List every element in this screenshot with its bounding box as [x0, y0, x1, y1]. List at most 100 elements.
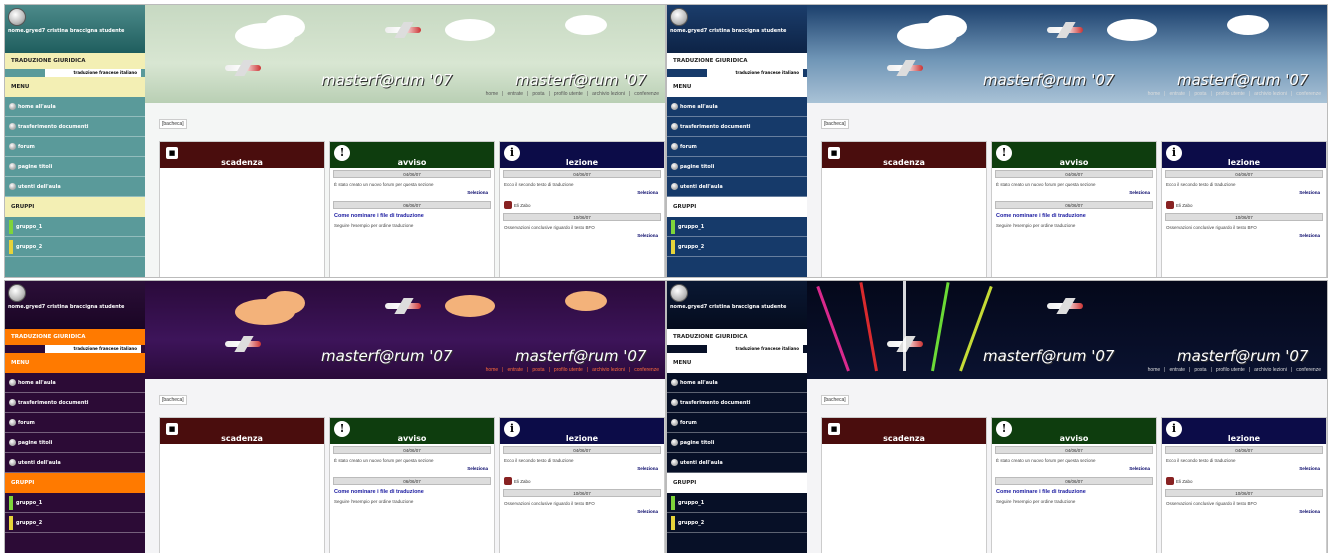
course-subtitle: traduzione francese italiano: [707, 69, 803, 77]
lesson-select-link[interactable]: Seleziona: [500, 232, 664, 242]
top-nav-link[interactable]: conferenze: [634, 367, 659, 373]
breadcrumb[interactable]: [bacheca]: [159, 119, 187, 129]
sidebar-menu-item[interactable]: forum: [5, 137, 145, 157]
lesson-author[interactable]: Eli Zabo: [1162, 475, 1326, 487]
notice-title-link[interactable]: Come nominare i file di traduzione: [992, 211, 1156, 221]
sidebar-user-area: nome.gryed7 cristina braccigna studente: [667, 281, 807, 329]
lesson-date: 10/06/07: [1165, 489, 1323, 497]
lesson-select-link[interactable]: Seleziona: [1162, 189, 1326, 199]
top-nav-link[interactable]: archivio lezioni: [1254, 367, 1287, 373]
firework-beam: [931, 282, 950, 372]
lesson-select-link[interactable]: Seleziona: [1162, 508, 1326, 518]
sidebar-menu-item[interactable]: home all'aula: [5, 373, 145, 393]
notice-select-link[interactable]: Seleziona: [330, 189, 494, 199]
top-nav-link[interactable]: entrate: [1169, 91, 1185, 97]
lesson-select-link[interactable]: Seleziona: [1162, 465, 1326, 475]
lesson-author[interactable]: Eli Zabo: [1162, 199, 1326, 211]
breadcrumb[interactable]: [bacheca]: [159, 395, 187, 405]
bullet-icon: [671, 123, 678, 130]
top-nav-link[interactable]: home: [1148, 91, 1161, 97]
sidebar-menu-item[interactable]: trasferimento documenti: [5, 117, 145, 137]
sidebar-menu-item[interactable]: trasferimento documenti: [667, 393, 807, 413]
sidebar-group-item[interactable]: gruppo_1: [5, 217, 145, 237]
top-nav-link[interactable]: profilo utente: [1216, 367, 1245, 373]
breadcrumb[interactable]: [bacheca]: [821, 119, 849, 129]
breadcrumb[interactable]: [bacheca]: [821, 395, 849, 405]
top-nav-link[interactable]: conferenze: [1296, 91, 1321, 97]
sidebar: nome.gryed7 cristina braccigna studente …: [5, 5, 145, 277]
airplane-icon: [1047, 27, 1083, 33]
sidebar-menu-item[interactable]: utenti dell'aula: [5, 177, 145, 197]
top-nav-link[interactable]: profilo utente: [554, 91, 583, 97]
sidebar-menu-item[interactable]: utenti dell'aula: [667, 177, 807, 197]
sidebar-menu-item[interactable]: pagine titoli: [5, 433, 145, 453]
top-nav-link[interactable]: profilo utente: [554, 367, 583, 373]
top-nav-link[interactable]: posta: [1194, 91, 1206, 97]
notice-select-link[interactable]: Seleziona: [992, 189, 1156, 199]
course-title[interactable]: TRADUZIONE GIURIDICA: [5, 53, 145, 69]
bullet-icon: [671, 143, 678, 150]
sidebar-group-item[interactable]: gruppo_2: [5, 237, 145, 257]
top-nav-link[interactable]: posta: [532, 367, 544, 373]
notice-title: avviso: [1059, 434, 1089, 443]
firework-beam: [903, 281, 906, 371]
top-nav-link[interactable]: archivio lezioni: [592, 367, 625, 373]
top-nav-link[interactable]: conferenze: [1296, 367, 1321, 373]
notice-title-link[interactable]: Come nominare i file di traduzione: [992, 487, 1156, 497]
notice-title-link[interactable]: Come nominare i file di traduzione: [330, 487, 494, 497]
sidebar-menu-item[interactable]: home all'aula: [667, 97, 807, 117]
top-navigation: home | entrate | posta | profilo utente | archiv…: [484, 91, 661, 97]
course-title[interactable]: TRADUZIONE GIURIDICA: [5, 329, 145, 345]
sidebar-menu-item[interactable]: pagine titoli: [5, 157, 145, 177]
top-nav-link[interactable]: home: [1148, 367, 1161, 373]
sidebar-group-item[interactable]: gruppo_2: [5, 513, 145, 533]
top-nav-link[interactable]: home: [486, 91, 499, 97]
sidebar-group-item[interactable]: gruppo_1: [667, 217, 807, 237]
sidebar-group-item[interactable]: gruppo_1: [5, 493, 145, 513]
top-nav-link[interactable]: archivio lezioni: [592, 91, 625, 97]
sidebar-menu-item[interactable]: forum: [667, 413, 807, 433]
notice-title-link[interactable]: Come nominare i file di traduzione: [330, 211, 494, 221]
course-title[interactable]: TRADUZIONE GIURIDICA: [667, 329, 807, 345]
top-nav-link[interactable]: archivio lezioni: [1254, 91, 1287, 97]
top-nav-link[interactable]: home: [486, 367, 499, 373]
sidebar-group-item[interactable]: gruppo_2: [667, 513, 807, 533]
notice-select-link[interactable]: Seleziona: [330, 465, 494, 475]
top-nav-link[interactable]: posta: [1194, 367, 1206, 373]
sidebar-group-item[interactable]: gruppo_1: [667, 493, 807, 513]
sidebar-menu-item[interactable]: pagine titoli: [667, 433, 807, 453]
avatar: [504, 201, 512, 209]
notice-select-link[interactable]: Seleziona: [992, 465, 1156, 475]
author-name: Eli Zabo: [514, 478, 531, 484]
sidebar-group-item[interactable]: gruppo_2: [667, 237, 807, 257]
sidebar-menu-item[interactable]: pagine titoli: [667, 157, 807, 177]
sidebar-menu-item[interactable]: forum: [667, 137, 807, 157]
sidebar-menu-item[interactable]: home all'aula: [5, 97, 145, 117]
author-name: Eli Zabo: [1176, 202, 1193, 208]
lesson-select-link[interactable]: Seleziona: [1162, 232, 1326, 242]
sidebar-item-label: pagine titoli: [18, 163, 53, 170]
top-nav-link[interactable]: conferenze: [634, 91, 659, 97]
sidebar: nome.gryed7 cristina braccigna studente …: [667, 281, 807, 553]
top-nav-link[interactable]: posta: [532, 91, 544, 97]
sidebar-item-label: home all'aula: [18, 103, 56, 110]
lesson-author[interactable]: Eli Zabo: [500, 199, 664, 211]
top-nav-link[interactable]: profilo utente: [1216, 91, 1245, 97]
sidebar-menu-item[interactable]: forum: [5, 413, 145, 433]
course-title[interactable]: TRADUZIONE GIURIDICA: [667, 53, 807, 69]
sidebar-menu-item[interactable]: utenti dell'aula: [5, 453, 145, 473]
sidebar-item-label: forum: [18, 419, 35, 426]
top-nav-link[interactable]: entrate: [507, 367, 523, 373]
sidebar-menu-item[interactable]: home all'aula: [667, 373, 807, 393]
lesson-select-link[interactable]: Seleziona: [500, 189, 664, 199]
sidebar-menu-item[interactable]: utenti dell'aula: [667, 453, 807, 473]
main-content: [bacheca] ■ scadenza ! avviso 04/06/07 È…: [145, 379, 665, 553]
top-nav-link[interactable]: entrate: [507, 91, 523, 97]
notice-message: Seguire l'esempio per ordine traduzione: [334, 499, 414, 504]
sidebar-menu-item[interactable]: trasferimento documenti: [667, 117, 807, 137]
lesson-select-link[interactable]: Seleziona: [500, 465, 664, 475]
lesson-author[interactable]: Eli Zabo: [500, 475, 664, 487]
top-nav-link[interactable]: entrate: [1169, 367, 1185, 373]
lesson-select-link[interactable]: Seleziona: [500, 508, 664, 518]
sidebar-menu-item[interactable]: trasferimento documenti: [5, 393, 145, 413]
